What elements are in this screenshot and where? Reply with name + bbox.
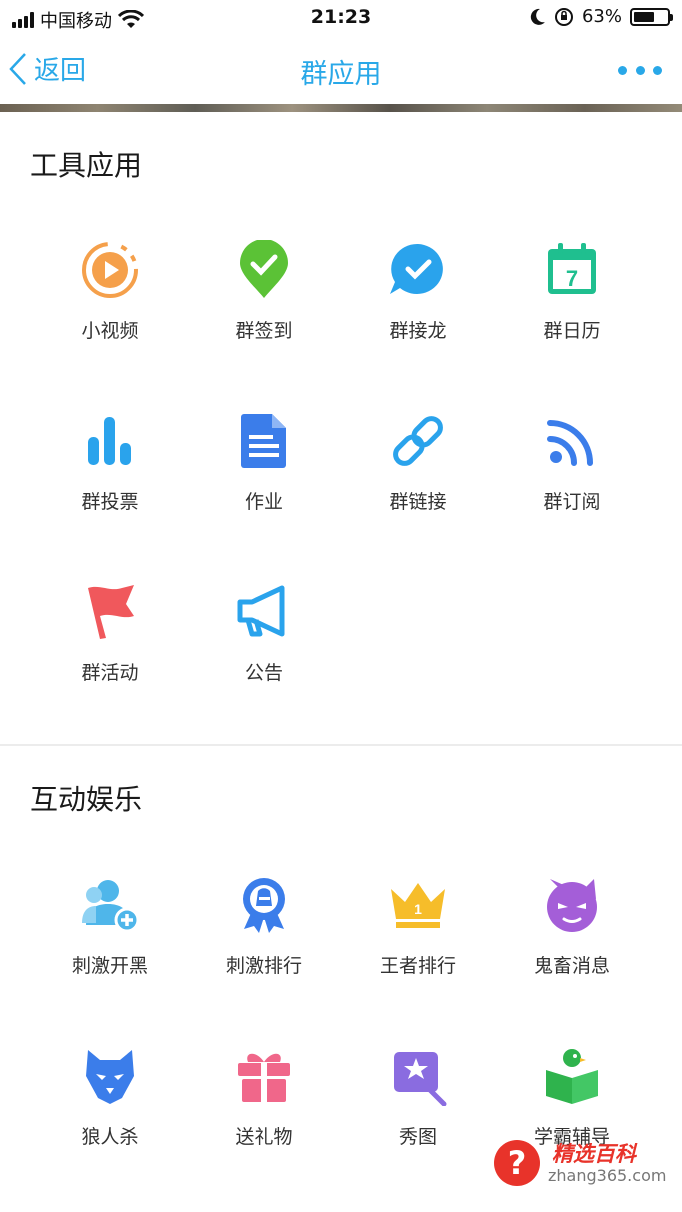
page-title: 群应用 (300, 59, 382, 90)
flag-icon (80, 582, 140, 642)
app-king-ranking[interactable]: 1 王者排行 (341, 875, 495, 985)
site-watermark: ? 精选百科 zhang365.com (494, 1136, 682, 1192)
app-label: 刺激开黑 (71, 955, 148, 977)
app-label: 王者排行 (379, 955, 456, 977)
link-icon (388, 411, 448, 471)
status-bar: 中国移动 21:23 63% (0, 0, 682, 36)
app-label: 小视频 (81, 320, 139, 342)
app-label: 狼人杀 (81, 1126, 139, 1148)
app-label: 作业 (244, 491, 283, 513)
crown-icon: 1 (388, 875, 448, 935)
status-right: 63% (530, 6, 673, 27)
gift-icon (234, 1046, 294, 1106)
app-group-vote[interactable]: 群投票 (33, 411, 187, 521)
location-check-icon (234, 240, 294, 300)
app-label: 群签到 (235, 320, 293, 342)
app-group-solitaire[interactable]: 群接龙 (341, 240, 495, 350)
app-label: 鬼畜消息 (533, 955, 610, 977)
app-group-subscription[interactable]: 群订阅 (495, 411, 649, 521)
app-team-up[interactable]: 刺激开黑 (33, 875, 187, 985)
devil-icon (542, 875, 602, 935)
app-label: 群活动 (81, 662, 139, 684)
battery-icon (630, 7, 673, 26)
svg-text:1: 1 (414, 901, 422, 917)
question-mark-icon: ? (494, 1140, 540, 1186)
app-label: 群订阅 (543, 491, 601, 513)
megaphone-icon (234, 582, 294, 642)
medal-icon (234, 875, 294, 935)
book-bird-icon (542, 1046, 602, 1106)
app-label: 刺激排行 (225, 955, 302, 977)
app-label: 群链接 (389, 491, 447, 513)
section-divider (0, 744, 682, 746)
app-label: 群日历 (543, 320, 601, 342)
app-exciting-ranking[interactable]: 刺激排行 (187, 875, 341, 985)
wolf-icon (80, 1046, 140, 1106)
svg-text:7: 7 (566, 266, 578, 291)
add-friend-icon (80, 875, 140, 935)
app-homework[interactable]: 作业 (187, 411, 341, 521)
video-play-icon (80, 240, 140, 300)
document-icon (234, 411, 294, 471)
app-group-calendar[interactable]: 7 群日历 (495, 240, 649, 350)
group-banner-image (0, 104, 682, 112)
app-ghost-message[interactable]: 鬼畜消息 (495, 875, 649, 985)
navigation-bar: 返回 群应用 (0, 36, 682, 104)
bar-chart-icon (80, 411, 140, 471)
more-dots-icon (618, 65, 627, 75)
app-announcement[interactable]: 公告 (187, 582, 341, 692)
section-title-tools: 工具应用 (30, 149, 143, 182)
chat-check-icon (388, 240, 448, 300)
rss-icon (542, 411, 602, 471)
app-show-picture[interactable]: 秀图 (341, 1046, 495, 1156)
app-label: 群接龙 (389, 320, 447, 342)
app-group-link[interactable]: 群链接 (341, 411, 495, 521)
orientation-lock-icon (554, 7, 573, 26)
app-send-gift[interactable]: 送礼物 (187, 1046, 341, 1156)
watermark-brand: 精选百科 (552, 1142, 636, 1166)
app-werewolf[interactable]: 狼人杀 (33, 1046, 187, 1156)
battery-level (634, 11, 655, 22)
app-label: 群投票 (81, 491, 139, 513)
battery-percent: 63% (581, 6, 622, 27)
app-label: 送礼物 (235, 1126, 293, 1148)
app-group-checkin[interactable]: 群签到 (187, 240, 341, 350)
magic-picture-icon (388, 1046, 448, 1106)
app-label: 公告 (244, 662, 283, 684)
app-label: 秀图 (398, 1126, 437, 1148)
more-options-button[interactable] (618, 56, 662, 84)
moon-icon (530, 8, 545, 25)
app-small-video[interactable]: 小视频 (33, 240, 187, 350)
watermark-url: zhang365.com (548, 1166, 667, 1185)
app-group-activity[interactable]: 群活动 (33, 582, 187, 692)
section-title-entertainment: 互动娱乐 (30, 783, 143, 816)
calendar-icon: 7 (542, 240, 602, 300)
